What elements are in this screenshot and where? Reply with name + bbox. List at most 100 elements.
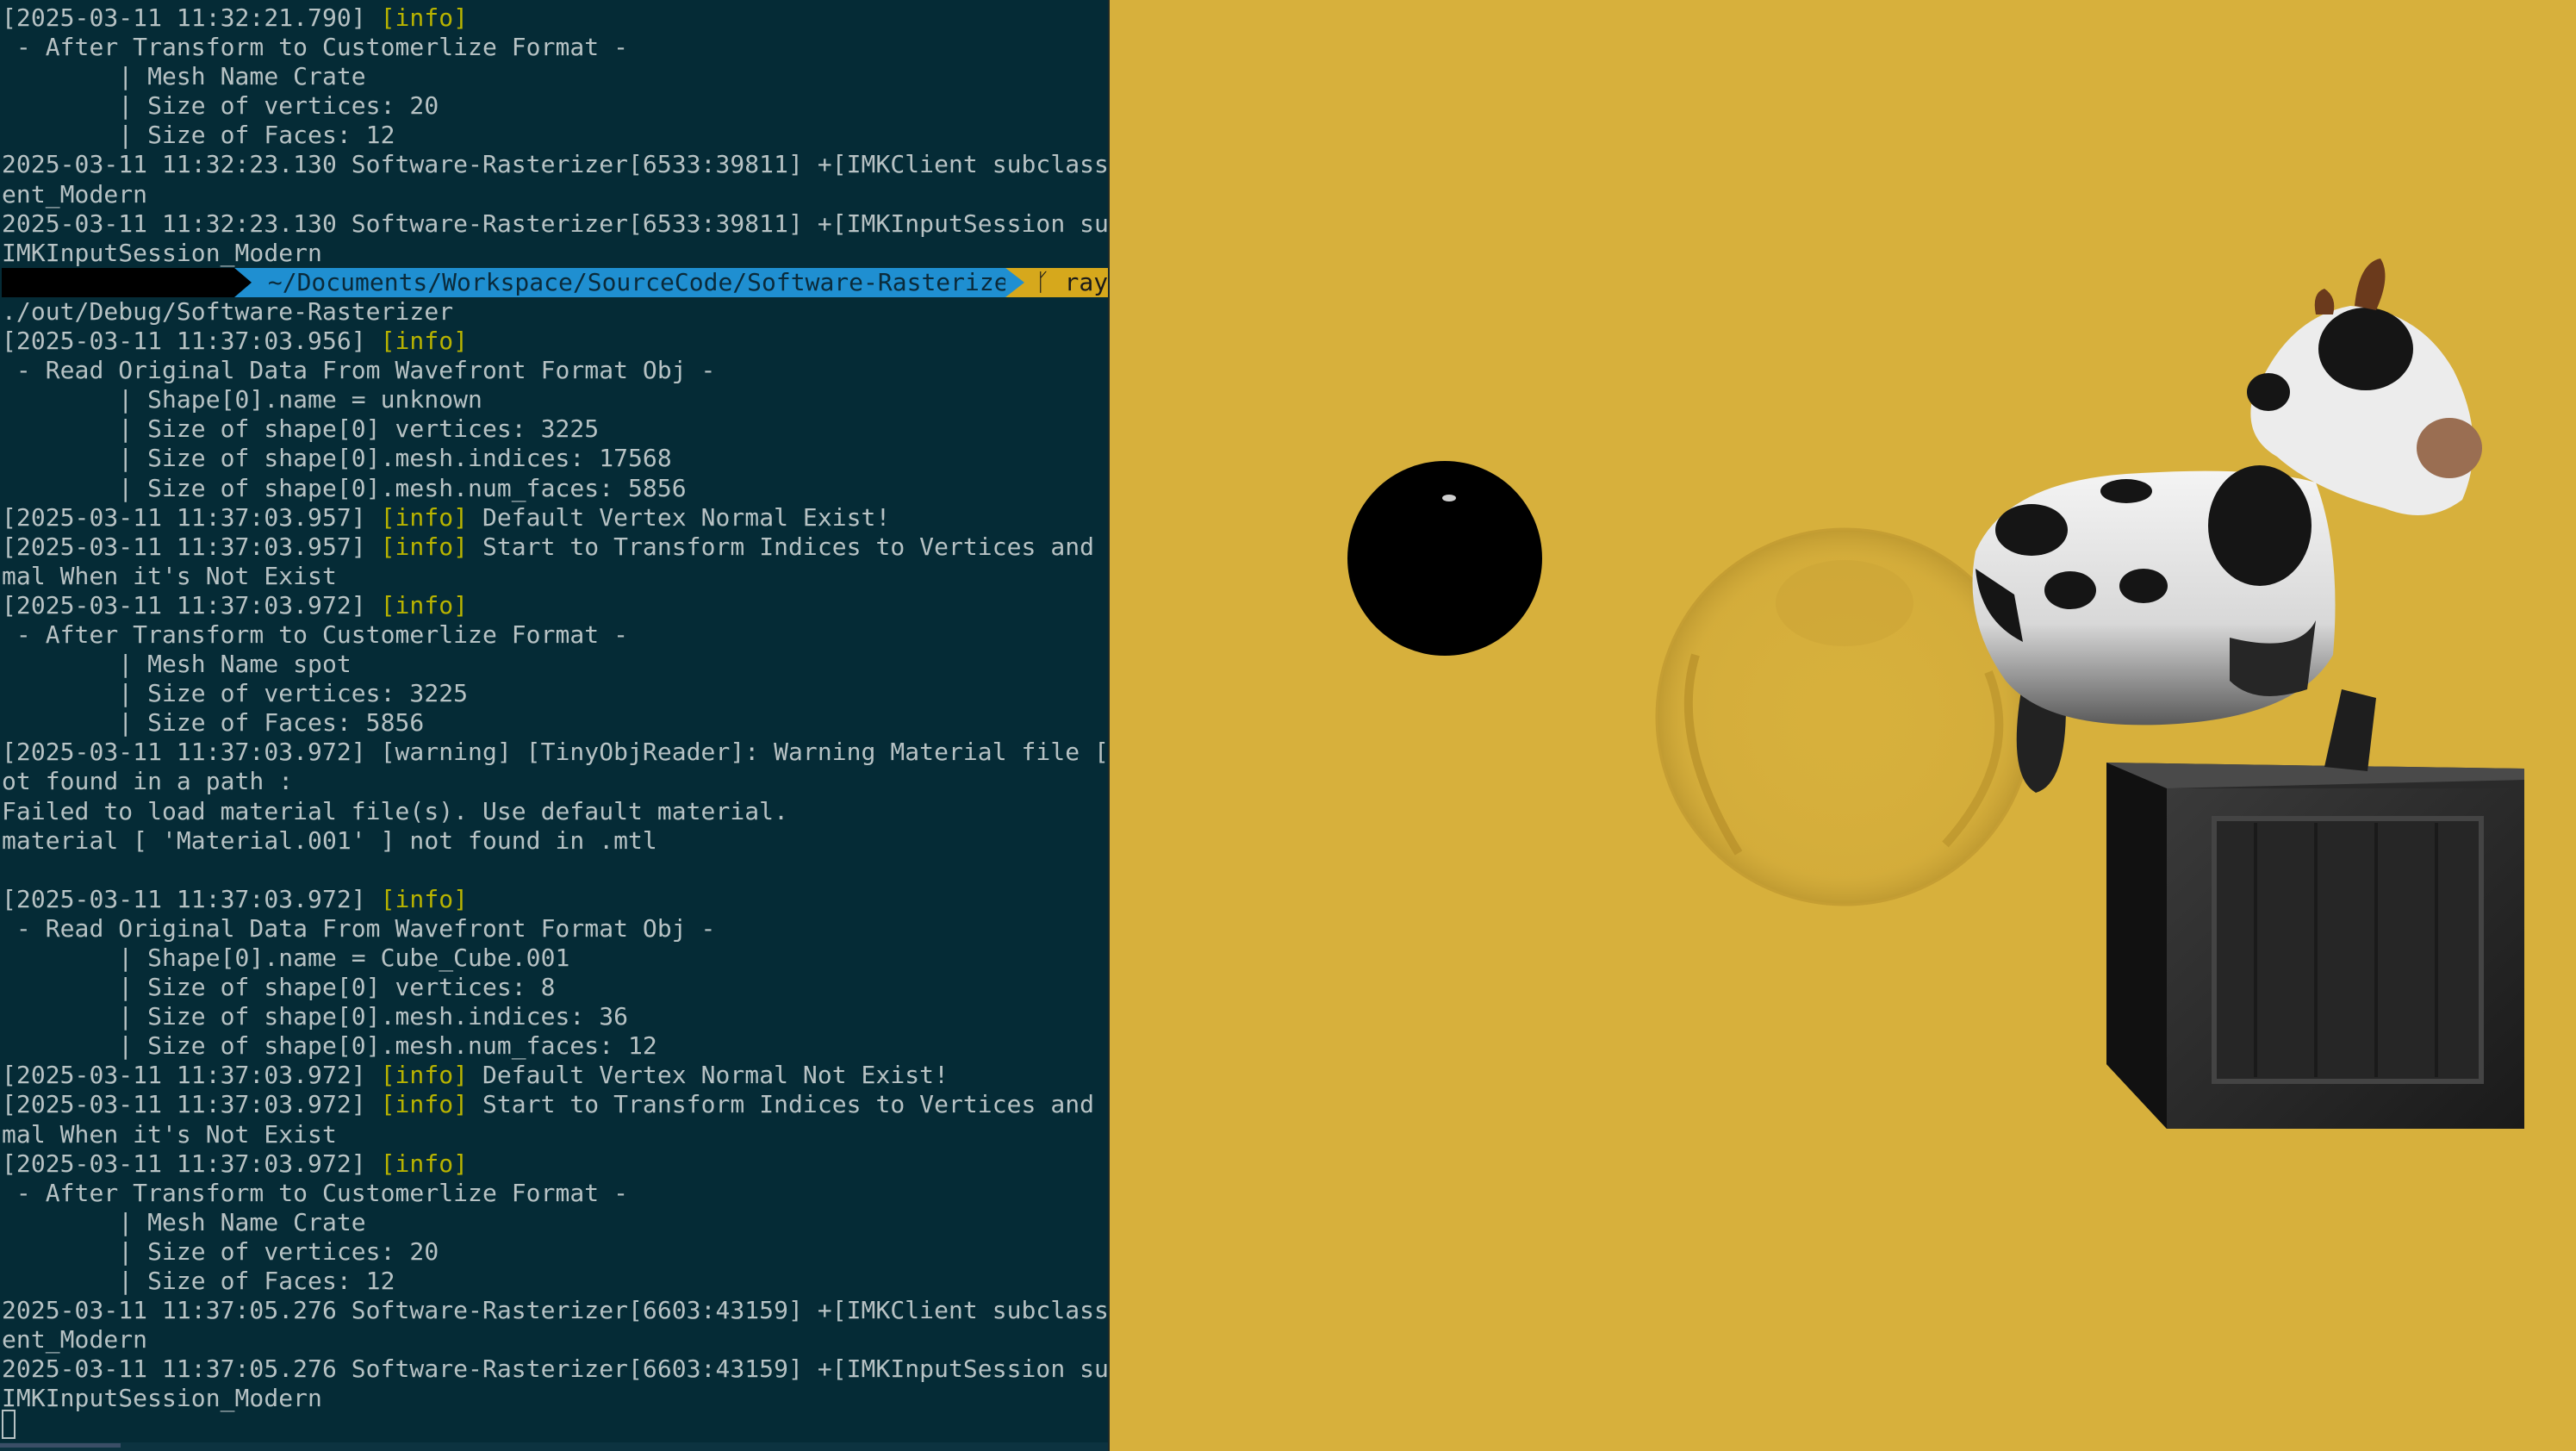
terminal-line: | Size of vertices: 20 — [2, 91, 1108, 121]
terminal-line: [2025-03-11 11:32:21.790] [info] — [2, 3, 1108, 33]
terminal-line: IMKInputSession_Modern — [2, 1384, 1108, 1413]
line-text: | Mesh Name Crate — [2, 1207, 366, 1236]
terminal-line: | Size of shape[0].mesh.indices: 17568 — [2, 444, 1108, 473]
terminal-line: Failed to load material file(s). Use def… — [2, 797, 1108, 826]
line-text: | Size of shape[0].mesh.num_faces: 12 — [2, 1031, 657, 1061]
line-text: [2025-03-11 11:37:03.972] — [2, 1149, 381, 1178]
terminal-line: | Size of Faces: 12 — [2, 121, 1108, 150]
info-tag: [info] — [380, 327, 469, 356]
terminal-line: | Size of shape[0] vertices: 3225 — [2, 414, 1108, 444]
terminal-line: [2025-03-11 11:37:03.972] [info] Start t… — [2, 1090, 1108, 1119]
terminal-line: [2025-03-11 11:37:03.957] [info] Default… — [2, 503, 1108, 532]
line-text: IMKInputSession_Modern — [2, 1384, 322, 1413]
line-text: ./out/Debug/Software-Rasterizer — [2, 296, 454, 326]
info-tag: [info] — [380, 532, 469, 561]
info-tag: [info] — [380, 590, 469, 620]
terminal-line: 2025-03-11 11:37:05.276 Software-Rasteri… — [2, 1296, 1108, 1325]
prompt-host-segment — [2, 267, 234, 297]
line-text: [2025-03-11 11:37:03.972] [warning] [Tin… — [2, 738, 1108, 767]
line-text: [2025-03-11 11:37:03.957] — [2, 532, 381, 561]
info-tag: [info] — [380, 1090, 469, 1119]
terminal-scroll-indicator[interactable] — [0, 1443, 121, 1448]
wooden-crate — [2106, 763, 2524, 1129]
line-text: 2025-03-11 11:32:23.130 Software-Rasteri… — [2, 150, 1108, 179]
line-text: | Size of Faces: 5856 — [2, 708, 425, 738]
line-text: | Size of vertices: 20 — [2, 1236, 439, 1266]
line-text-rest: Start to Transform Indices to Vertices a… — [468, 1090, 1108, 1119]
render-viewport[interactable] — [1110, 0, 2576, 1451]
line-text-rest: Default Vertex Normal Exist! — [468, 502, 891, 532]
line-text: - Read Original Data From Wavefront Form… — [2, 913, 716, 943]
terminal-line: [2025-03-11 11:37:03.972] [info] Default… — [2, 1061, 1108, 1090]
line-text: [2025-03-11 11:37:03.972] — [2, 884, 381, 913]
line-text-rest: Default Vertex Normal Not Exist! — [468, 1061, 949, 1090]
line-text-rest: Start to Transform Indices to Vertices a… — [468, 532, 1108, 561]
line-text: | Size of shape[0] vertices: 8 — [2, 973, 556, 1002]
line-text: | Size of shape[0].mesh.num_faces: 5856 — [2, 473, 687, 502]
terminal-line: 2025-03-11 11:32:23.130 Software-Rasteri… — [2, 209, 1108, 239]
line-text: [2025-03-11 11:37:03.956] — [2, 327, 381, 356]
line-text: - After Transform to Customerlize Format… — [2, 33, 629, 62]
terminal-line: [2025-03-11 11:37:03.972] [info] — [2, 1149, 1108, 1179]
line-text: | Mesh Name spot — [2, 650, 352, 679]
terminal-line: | Size of shape[0].mesh.num_faces: 5856 — [2, 474, 1108, 503]
line-text: [2025-03-11 11:37:03.972] — [2, 1090, 381, 1119]
terminal-line: [2025-03-11 11:37:03.972] [info] — [2, 591, 1108, 620]
line-text: | Size of vertices: 3225 — [2, 679, 469, 708]
terminal-line: ent_Modern — [2, 180, 1108, 209]
terminal-cursor — [2, 1410, 16, 1439]
line-text: 2025-03-11 11:37:05.276 Software-Rasteri… — [2, 1296, 1108, 1325]
terminal-line: - After Transform to Customerlize Format… — [2, 620, 1108, 650]
info-tag: [info] — [380, 1061, 469, 1090]
terminal-line: mal When it's Not Exist — [2, 562, 1108, 591]
line-text: | Size of vertices: 20 — [2, 91, 439, 121]
black-sphere — [1347, 461, 1542, 656]
line-text: mal When it's Not Exist — [2, 1119, 337, 1149]
terminal-status-bar — [0, 1442, 1109, 1451]
line-text: | Size of shape[0].mesh.indices: 17568 — [2, 444, 672, 473]
line-text: IMKInputSession_Modern — [2, 238, 322, 267]
line-text: | Size of Faces: 12 — [2, 1267, 395, 1296]
line-text: mal When it's Not Exist — [2, 561, 337, 590]
terminal-line: 2025-03-11 11:37:05.276 Software-Rasteri… — [2, 1354, 1108, 1384]
line-text: [2025-03-11 11:37:03.972] — [2, 590, 381, 620]
line-text: [2025-03-11 11:37:03.957] — [2, 502, 381, 532]
terminal-line: | Size of vertices: 3225 — [2, 679, 1108, 708]
info-tag: [info] — [380, 502, 469, 532]
line-text: | Size of Faces: 12 — [2, 121, 395, 150]
info-tag: [info] — [380, 3, 469, 32]
terminal-line: | Shape[0].name = Cube_Cube.001 — [2, 943, 1108, 973]
line-text: ot found in a path : — [2, 767, 294, 796]
terminal-line: | Mesh Name Crate — [2, 1208, 1108, 1237]
line-text: | Size of shape[0] vertices: 3225 — [2, 414, 600, 444]
line-text: ent_Modern — [2, 179, 148, 209]
line-text: 2025-03-11 11:37:05.276 Software-Rasteri… — [2, 1354, 1108, 1384]
terminal-line: - Read Original Data From Wavefront Form… — [2, 356, 1108, 385]
terminal-line: | Size of vertices: 20 — [2, 1237, 1108, 1267]
terminal-line: | Shape[0].name = unknown — [2, 385, 1108, 414]
terminal-line: | Size of shape[0].mesh.num_faces: 12 — [2, 1031, 1108, 1061]
terminal-line: - Read Original Data From Wavefront Form… — [2, 914, 1108, 943]
terminal-line: | Mesh Name Crate — [2, 62, 1108, 91]
terminal-line: ent_Modern — [2, 1325, 1108, 1354]
terminal-line: material [ 'Material.001' ] not found in… — [2, 826, 1108, 856]
terminal-line: 2025-03-11 11:32:23.130 Software-Rasteri… — [2, 150, 1108, 179]
info-tag: [info] — [380, 884, 469, 913]
line-text: material [ 'Material.001' ] not found in… — [2, 825, 657, 855]
terminal-line: - After Transform to Customerlize Format… — [2, 1179, 1108, 1208]
terminal-window[interactable]: [2025-03-11 11:32:21.790] [info] - After… — [0, 0, 1109, 1451]
terminal-line: | Size of shape[0].mesh.indices: 36 — [2, 1002, 1108, 1031]
terminal-line: | Size of shape[0] vertices: 8 — [2, 973, 1108, 1002]
line-text: 2025-03-11 11:32:23.130 Software-Rasteri… — [2, 209, 1108, 238]
prompt-path: ~/Documents/Workspace/SourceCode/Softwar… — [234, 267, 1023, 297]
line-text: [2025-03-11 11:32:21.790] — [2, 3, 381, 32]
terminal-line: - After Transform to Customerlize Format… — [2, 33, 1108, 62]
info-tag: [info] — [380, 1149, 469, 1178]
line-text: | Shape[0].name = unknown — [2, 385, 482, 414]
line-text: | Shape[0].name = Cube_Cube.001 — [2, 943, 570, 972]
line-text: | Mesh Name Crate — [2, 62, 366, 91]
line-text: | Size of shape[0].mesh.indices: 36 — [2, 1002, 629, 1031]
line-text: - Read Original Data From Wavefront Form… — [2, 356, 716, 385]
terminal-line: [2025-03-11 11:37:03.957] [info] Start t… — [2, 532, 1108, 562]
